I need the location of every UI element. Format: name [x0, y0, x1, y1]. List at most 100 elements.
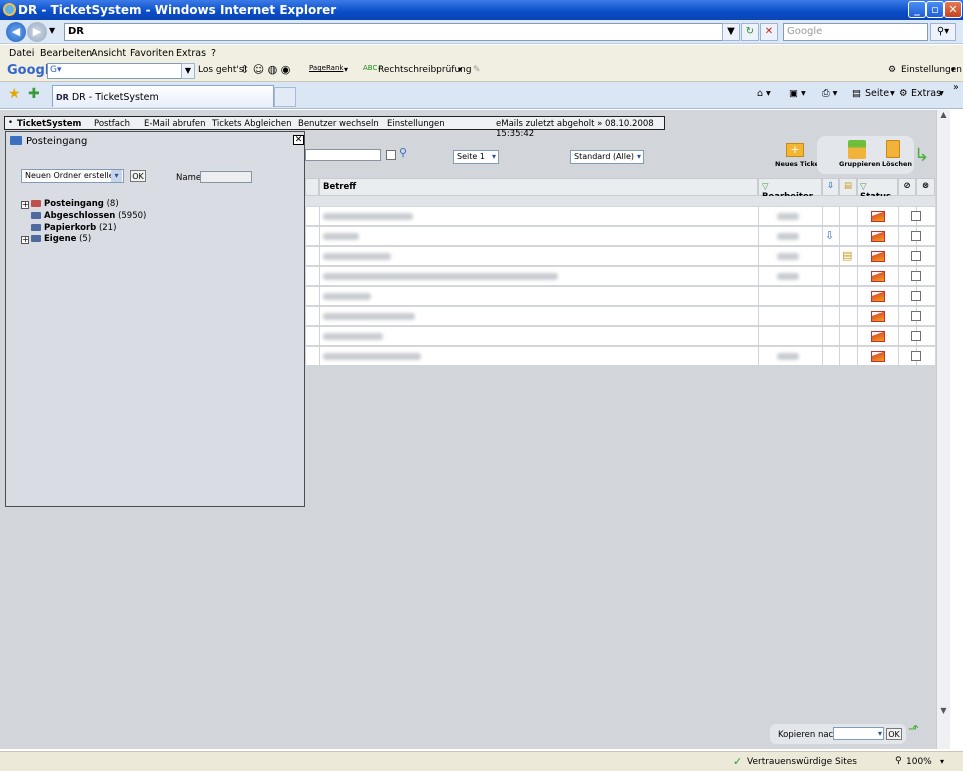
subject-text-redacted[interactable]	[323, 213, 413, 220]
status-envelope-icon[interactable]	[871, 271, 885, 282]
select-all-check-icon[interactable]: ⊘	[898, 178, 916, 196]
menu-extras[interactable]: Extras	[176, 48, 206, 59]
page-select[interactable]: Seite 1 ▾	[453, 150, 499, 164]
row-checkbox[interactable]	[911, 331, 921, 341]
deselect-all-icon[interactable]: ⊗	[916, 178, 935, 196]
row-checkbox[interactable]	[911, 311, 921, 321]
maximize-button[interactable]: ▫	[926, 1, 944, 18]
new-folder-select[interactable]: Neuen Ordner erstellen ▾	[21, 169, 124, 183]
row-checkbox[interactable]	[911, 231, 921, 241]
close-window-button[interactable]: ✕	[944, 1, 962, 18]
feeds-icon[interactable]: ▣ ▾	[789, 88, 806, 99]
refresh-icon[interactable]: ↻	[741, 23, 759, 41]
extras-menu[interactable]: Extras	[911, 88, 941, 99]
subject-text-redacted[interactable]	[323, 293, 371, 300]
search-checkbox[interactable]	[386, 150, 396, 160]
column-betreff[interactable]: Betreff	[319, 178, 758, 196]
menu-favoriten[interactable]: Favoriten	[130, 48, 174, 59]
print-icon[interactable]: ⎙ ▾	[822, 88, 837, 99]
extras-dropdown-icon[interactable]: ▾	[939, 88, 944, 99]
row-checkbox[interactable]	[911, 251, 921, 261]
scroll-up-icon[interactable]: ▲	[937, 110, 950, 123]
status-envelope-icon[interactable]	[871, 211, 885, 222]
group-button[interactable]: Gruppieren	[839, 160, 880, 168]
row-checkbox[interactable]	[911, 351, 921, 361]
trash-icon[interactable]	[886, 140, 900, 158]
stop-icon[interactable]: ✕	[760, 23, 778, 41]
note-icon[interactable]: ▤	[842, 249, 852, 262]
new-ticket-button[interactable]: Neues Ticket	[775, 160, 822, 168]
page-menu[interactable]: Seite	[865, 88, 889, 99]
table-row[interactable]	[305, 327, 935, 346]
close-panel-button[interactable]: ✕	[293, 135, 304, 145]
row-checkbox[interactable]	[911, 271, 921, 281]
status-envelope-icon[interactable]	[871, 311, 885, 322]
status-envelope-icon[interactable]	[871, 291, 885, 302]
scroll-down-icon[interactable]: ▼	[937, 706, 950, 719]
new-folder-ok-button[interactable]: OK	[130, 170, 146, 182]
home-icon[interactable]: ⌂ ▾	[757, 88, 771, 99]
subject-text-redacted[interactable]	[323, 313, 415, 320]
table-row[interactable]	[305, 287, 935, 306]
copy-ok-button[interactable]: OK	[886, 728, 902, 740]
zoom-dropdown-icon[interactable]: ▾	[940, 757, 944, 766]
row-checkbox[interactable]	[911, 211, 921, 221]
ticket-search-input[interactable]	[305, 149, 381, 161]
highlighter-icon[interactable]: ✎	[473, 65, 481, 75]
folder-posteingang[interactable]: Posteingang (8)	[31, 199, 119, 209]
search-icon[interactable]: ⚲▾	[930, 23, 956, 41]
add-favorite-icon[interactable]: ✚	[28, 86, 40, 102]
status-envelope-icon[interactable]	[871, 351, 885, 362]
subject-text-redacted[interactable]	[323, 273, 558, 280]
column-status[interactable]: ▽ Status	[857, 178, 898, 202]
vertical-scrollbar[interactable]: ▲ ▼	[936, 110, 950, 749]
menu-datei[interactable]: Datei	[9, 48, 34, 59]
security-zone[interactable]: Vertrauenswürdige Sites	[747, 757, 857, 767]
tab-ticketsystem[interactable]: DR DR - TicketSystem	[52, 85, 274, 107]
search-input[interactable]: Google	[783, 23, 928, 41]
folder-papierkorb[interactable]: Papierkorb (21)	[31, 223, 116, 233]
spellcheck-dropdown-icon[interactable]: ▾	[458, 65, 462, 74]
table-row[interactable]	[305, 267, 935, 286]
table-row[interactable]	[305, 347, 935, 366]
toolbar-icons[interactable]: ⇳ ☺ ◍ ◉	[240, 63, 290, 76]
zoom-level[interactable]: 100%	[906, 757, 932, 767]
address-input[interactable]: DR	[64, 23, 738, 41]
attachment-col-icon[interactable]: ⇩	[822, 178, 839, 196]
copy-target-select[interactable]: ▾	[833, 727, 884, 740]
subject-text-redacted[interactable]	[323, 353, 421, 360]
status-envelope-icon[interactable]	[871, 231, 885, 242]
pagerank-dropdown-icon[interactable]: ▾	[344, 65, 348, 74]
subject-text-redacted[interactable]	[323, 233, 359, 240]
menu-ansicht[interactable]: Ansicht	[91, 48, 126, 59]
google-g-button[interactable]: G▾	[50, 65, 62, 75]
google-search-input[interactable]: G▾	[47, 63, 195, 79]
app-menu-benutzer-wechseln[interactable]: Benutzer wechseln	[298, 119, 379, 129]
app-menu-postfach[interactable]: Postfach	[94, 119, 130, 129]
menu-help[interactable]: ?	[211, 48, 216, 59]
view-select[interactable]: Standard (Alle) ▾	[570, 150, 644, 164]
forward-arrow-icon[interactable]: ▶	[27, 22, 47, 42]
notes-col-icon[interactable]: ▤	[839, 178, 857, 196]
attachment-icon[interactable]: ⇩	[825, 229, 834, 242]
group-tray-icon[interactable]	[848, 140, 866, 159]
table-row[interactable]: ⇩	[305, 227, 935, 246]
app-menu-tickets-abgleichen[interactable]: Tickets Abgleichen	[212, 119, 292, 129]
new-ticket-folder-icon[interactable]: +	[786, 143, 804, 157]
minimize-button[interactable]: _	[908, 1, 926, 18]
address-dropdown-button[interactable]: ▼	[722, 23, 740, 41]
folder-abgeschlossen[interactable]: Abgeschlossen (5950)	[31, 211, 146, 221]
favorites-star-icon[interactable]: ★	[8, 86, 21, 102]
green-arrow-up-icon[interactable]: ⬏	[908, 722, 919, 737]
new-tab-button[interactable]	[274, 87, 296, 107]
folder-eigene[interactable]: Eigene (5)	[31, 234, 91, 244]
column-bearbeiter[interactable]: ▽ Bearbeiter	[758, 178, 822, 202]
expand-posteingang-icon[interactable]: +	[21, 201, 29, 209]
subject-text-redacted[interactable]	[323, 253, 391, 260]
back-arrow-icon[interactable]: ◀	[6, 22, 26, 42]
table-row[interactable]	[305, 307, 935, 326]
app-menu-ticketsystem[interactable]: TicketSystem	[17, 119, 81, 129]
google-dropdown-button[interactable]: ▼	[181, 63, 195, 79]
pagerank-indicator[interactable]: PageRank	[309, 64, 343, 72]
subject-text-redacted[interactable]	[323, 333, 383, 340]
